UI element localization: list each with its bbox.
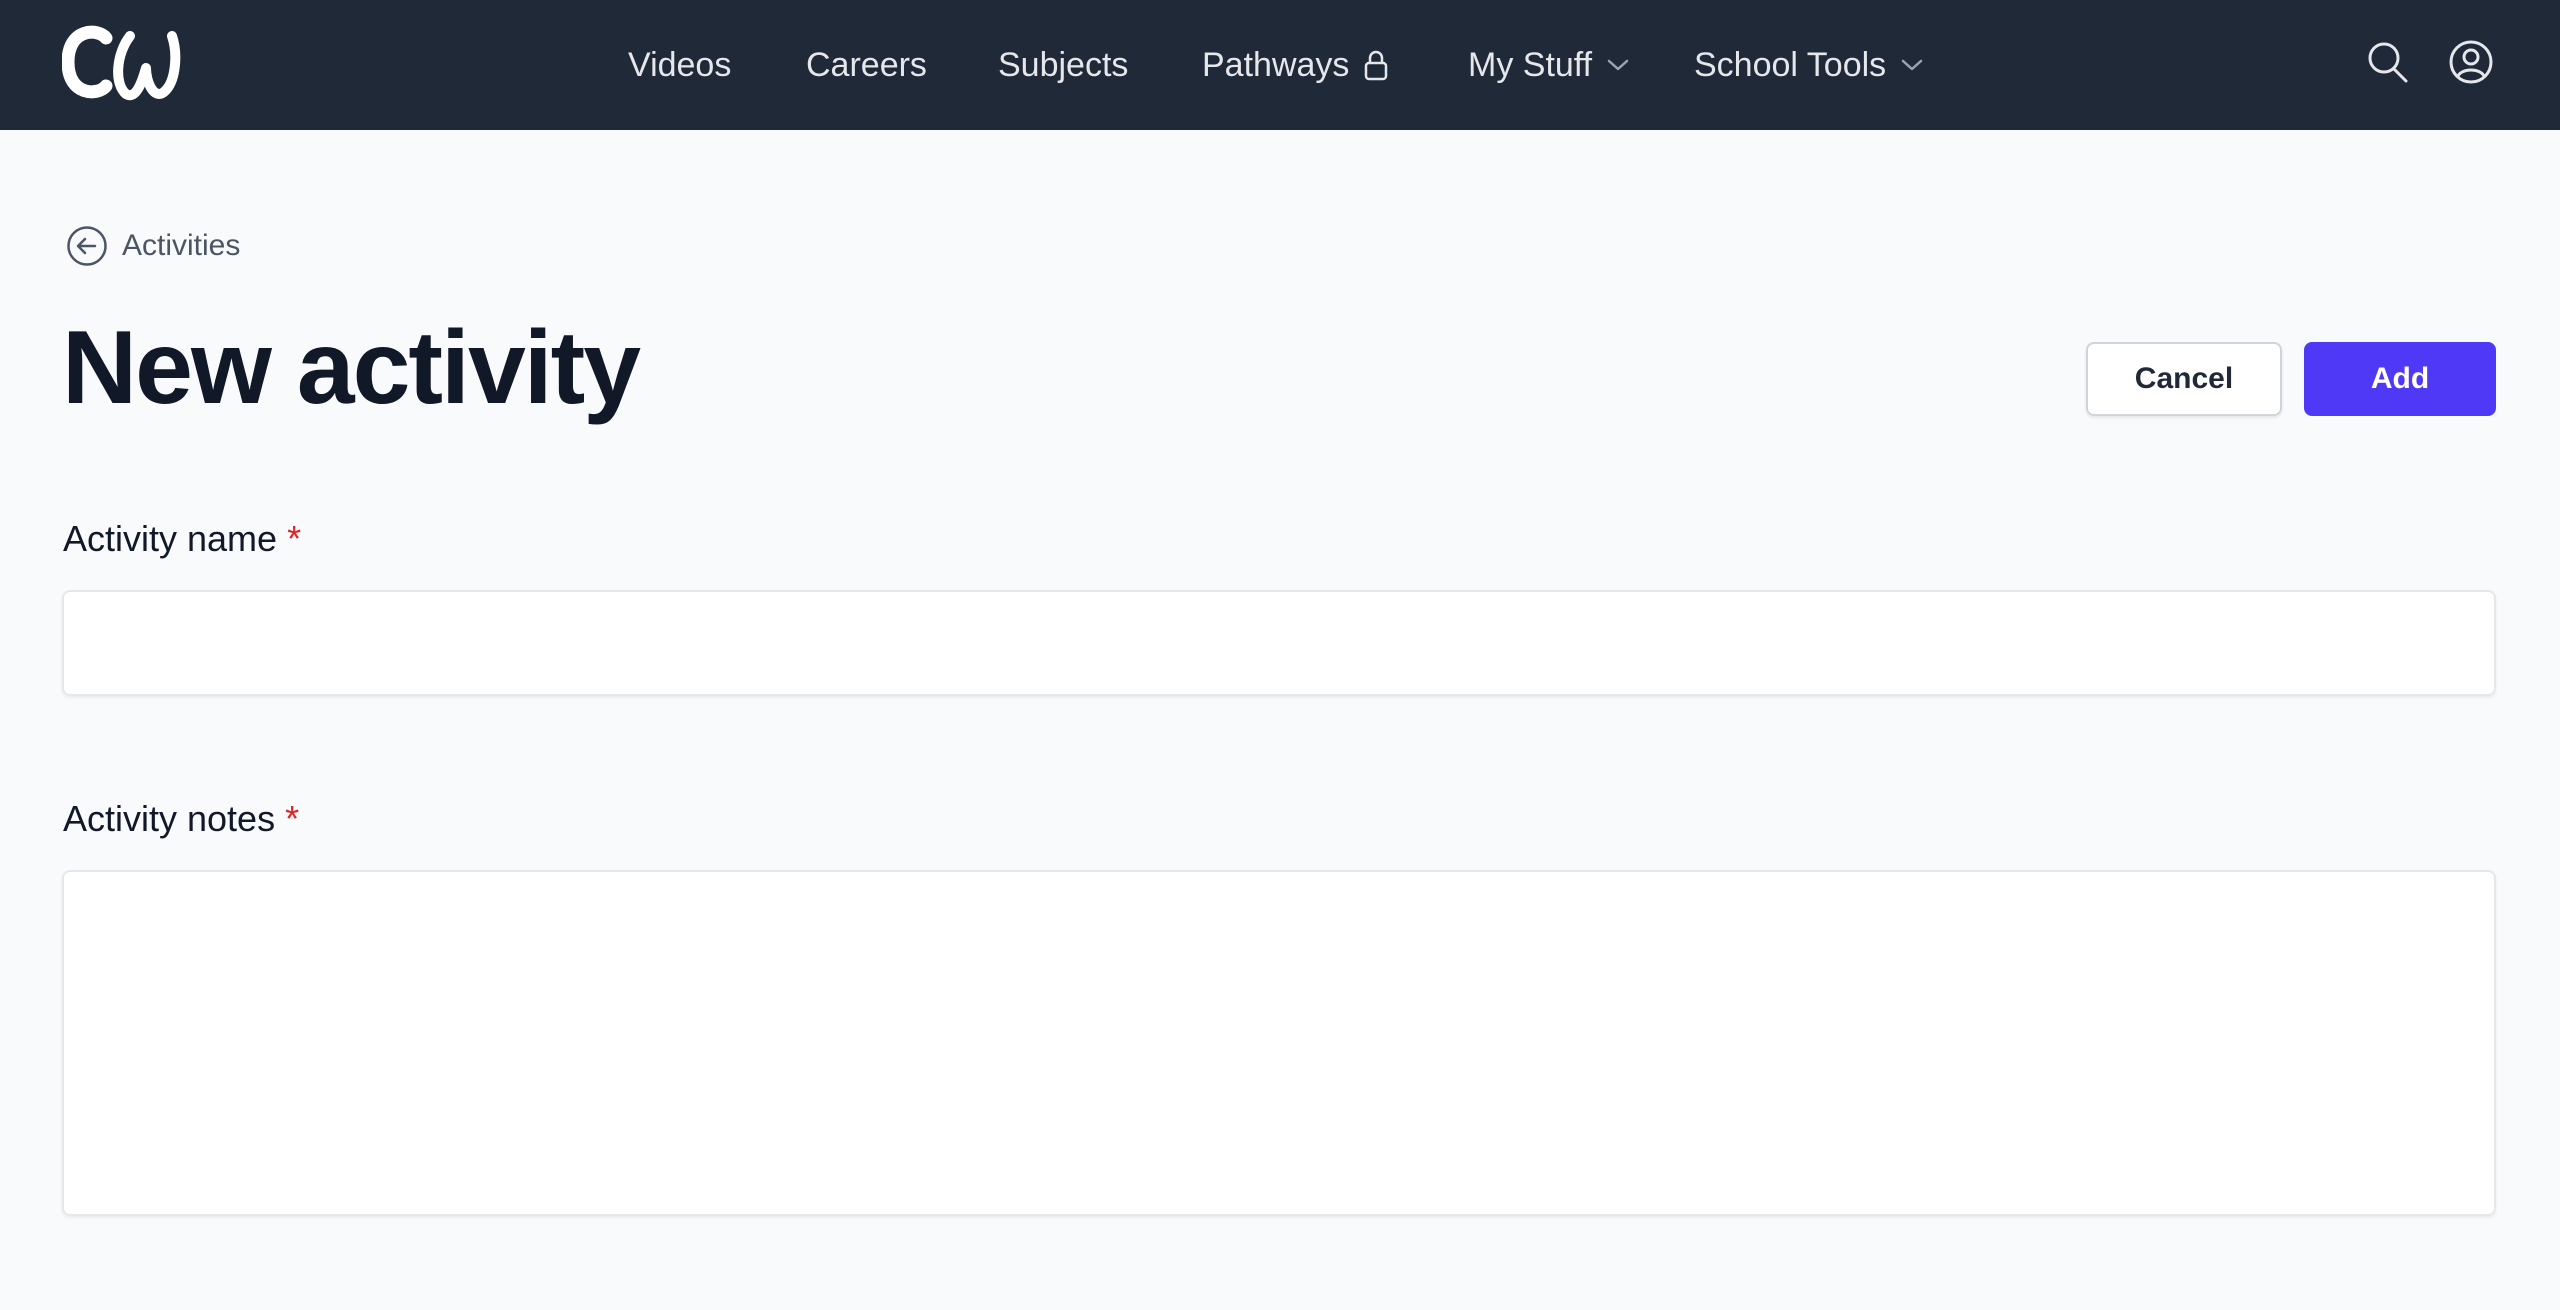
required-mark: *	[285, 798, 300, 839]
search-icon	[2368, 42, 2408, 83]
arrow-left-circle-icon	[67, 226, 107, 266]
page-title: New activity	[62, 310, 641, 426]
nav-careers[interactable]: Careers	[806, 0, 927, 130]
top-navbar: Videos Careers Subjects Pathways My Stuf…	[0, 0, 2560, 130]
nav-school-tools-label: School Tools	[1694, 45, 1887, 84]
nav-videos[interactable]: Videos	[628, 0, 731, 130]
activity-notes-textarea[interactable]	[62, 870, 2496, 1216]
activity-name-label: Activity name *	[63, 518, 301, 560]
account-button[interactable]	[2448, 38, 2494, 89]
breadcrumb-back-link[interactable]: Activities	[66, 224, 240, 268]
cancel-button[interactable]: Cancel	[2086, 342, 2282, 416]
search-button[interactable]	[2366, 38, 2410, 89]
nav-videos-label: Videos	[628, 45, 732, 84]
nav-subjects-label: Subjects	[998, 45, 1129, 84]
activity-name-input[interactable]	[62, 590, 2496, 696]
nav-school-tools[interactable]: School Tools	[1694, 0, 1924, 130]
activity-notes-label: Activity notes *	[63, 798, 299, 840]
nav-my-stuff-label: My Stuff	[1468, 45, 1593, 84]
breadcrumb-label: Activities	[122, 229, 241, 262]
nav-subjects[interactable]: Subjects	[998, 0, 1128, 130]
chevron-down-icon	[1607, 59, 1629, 71]
nav-careers-label: Careers	[806, 45, 927, 84]
user-circle-icon	[2449, 40, 2493, 84]
add-button[interactable]: Add	[2304, 342, 2496, 416]
new-activity-page: Activities New activity Cancel Add Activ…	[0, 130, 2560, 1310]
nav-pathways-label: Pathways	[1202, 45, 1350, 84]
required-mark: *	[287, 518, 302, 559]
activity-name-label-text: Activity name	[63, 518, 278, 559]
nav-my-stuff[interactable]: My Stuff	[1468, 0, 1630, 130]
lock-icon	[1365, 50, 1388, 81]
activity-notes-label-text: Activity notes	[63, 798, 276, 839]
nav-pathways[interactable]: Pathways	[1202, 0, 1389, 130]
chevron-down-icon	[1901, 59, 1923, 71]
main-nav: Videos Careers Subjects Pathways My Stuf…	[0, 0, 2560, 130]
